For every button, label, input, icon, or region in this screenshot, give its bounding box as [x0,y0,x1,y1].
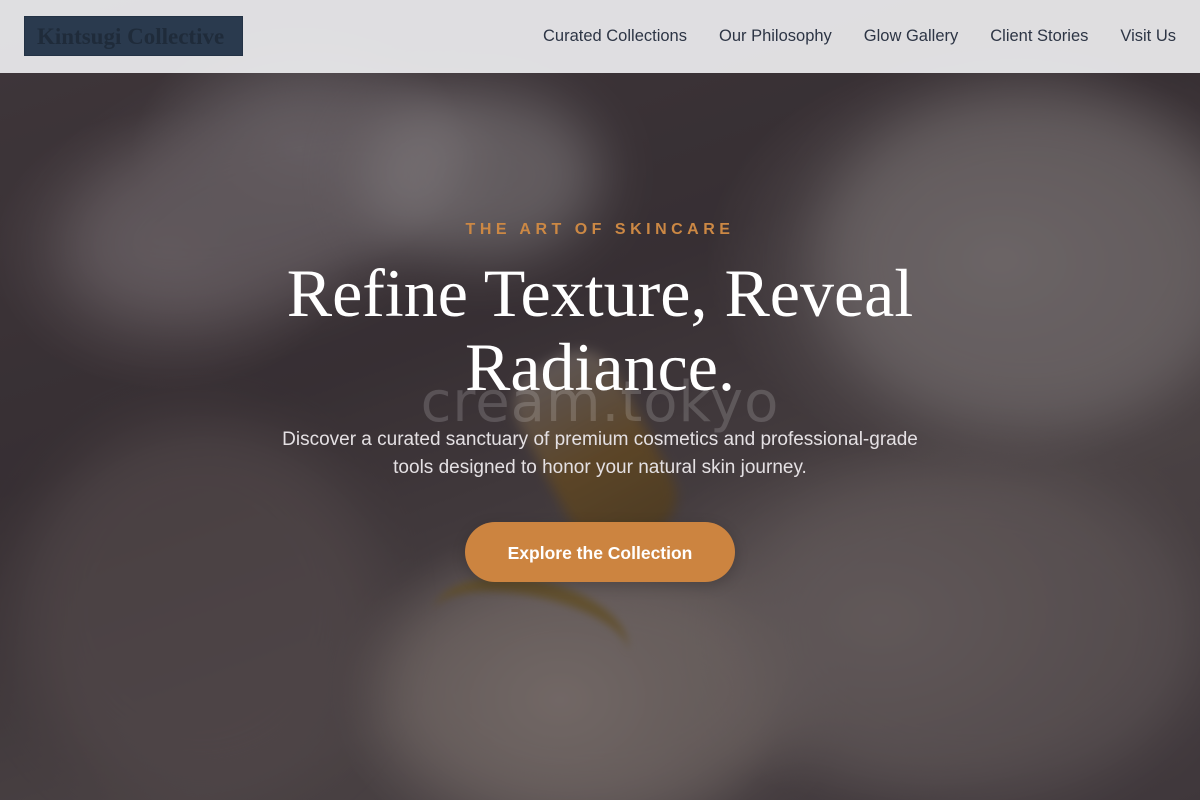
hero-eyebrow: THE ART OF SKINCARE [465,221,735,238]
explore-collection-button[interactable]: Explore the Collection [465,522,735,582]
hero-content: THE ART OF SKINCARE Refine Texture, Reve… [0,0,1200,800]
hero-subtitle: Discover a curated sanctuary of premium … [282,429,918,478]
hero-headline: Refine Texture, Reveal Radiance. [286,255,914,405]
